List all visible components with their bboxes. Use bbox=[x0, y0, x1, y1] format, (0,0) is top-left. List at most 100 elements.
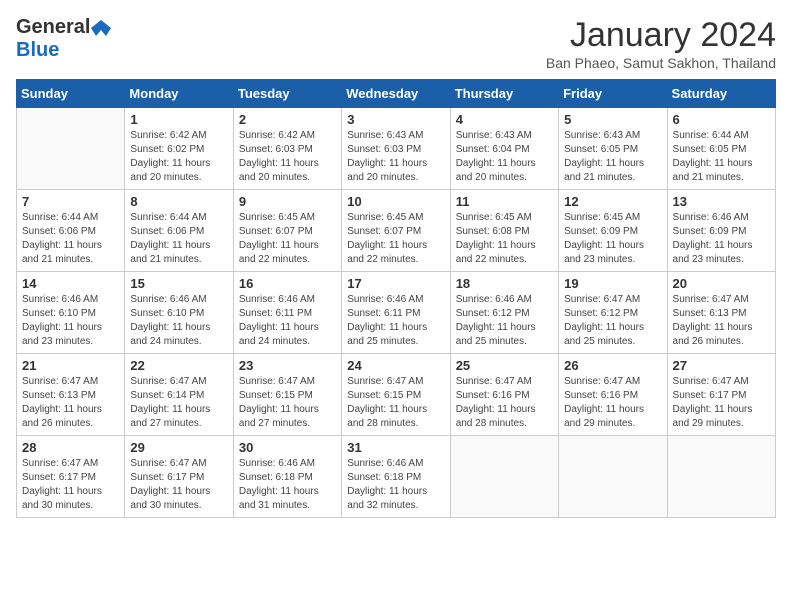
weekday-header: Wednesday bbox=[342, 80, 450, 108]
calendar-cell: 4 Sunrise: 6:43 AM Sunset: 6:04 PM Daylig… bbox=[450, 108, 558, 190]
day-info: Sunrise: 6:47 AM Sunset: 6:13 PM Dayligh… bbox=[673, 293, 770, 349]
day-info: Sunrise: 6:47 AM Sunset: 6:16 PM Dayligh… bbox=[564, 375, 661, 431]
day-number: 9 bbox=[239, 194, 336, 209]
day-info: Sunrise: 6:47 AM Sunset: 6:15 PM Dayligh… bbox=[239, 375, 336, 431]
weekday-header: Friday bbox=[559, 80, 667, 108]
calendar-cell: 21Sunrise: 6:47 AM Sunset: 6:13 PM Dayli… bbox=[17, 354, 125, 436]
calendar-cell: 6 Sunrise: 6:44 AM Sunset: 6:05 PM Daylig… bbox=[667, 108, 775, 190]
calendar-cell: 5Sunrise: 6:43 AM Sunset: 6:05 PM Daylig… bbox=[559, 108, 667, 190]
calendar-cell: 8 Sunrise: 6:44 AM Sunset: 6:06 PM Daylig… bbox=[125, 190, 233, 272]
day-number: 30 bbox=[239, 440, 336, 455]
day-number: 4 bbox=[456, 112, 553, 127]
day-info: Sunrise: 6:46 AM Sunset: 6:10 PM Dayligh… bbox=[130, 293, 227, 349]
day-number: 19 bbox=[564, 276, 661, 291]
day-number: 3 bbox=[347, 112, 444, 127]
calendar-cell bbox=[667, 436, 775, 518]
day-number: 13 bbox=[673, 194, 770, 209]
weekday-header: Saturday bbox=[667, 80, 775, 108]
day-info: Sunrise: 6:47 AM Sunset: 6:13 PM Dayligh… bbox=[22, 375, 119, 431]
logo: General Blue bbox=[16, 16, 112, 62]
day-info: Sunrise: 6:47 AM Sunset: 6:17 PM Dayligh… bbox=[22, 457, 119, 513]
calendar-cell: 2 Sunrise: 6:42 AM Sunset: 6:03 PM Daylig… bbox=[233, 108, 341, 190]
weekday-header: Thursday bbox=[450, 80, 558, 108]
day-number: 17 bbox=[347, 276, 444, 291]
calendar-cell: 26 Sunrise: 6:47 AM Sunset: 6:16 PM Dayli… bbox=[559, 354, 667, 436]
day-number: 2 bbox=[239, 112, 336, 127]
calendar-cell: 7 Sunrise: 6:44 AM Sunset: 6:06 PM Daylig… bbox=[17, 190, 125, 272]
calendar-cell: 24Sunrise: 6:47 AM Sunset: 6:15 PM Dayli… bbox=[342, 354, 450, 436]
day-info: Sunrise: 6:44 AM Sunset: 6:06 PM Dayligh… bbox=[130, 211, 227, 267]
day-number: 7 bbox=[22, 194, 119, 209]
calendar-cell: 28 Sunrise: 6:47 AM Sunset: 6:17 PM Dayli… bbox=[17, 436, 125, 518]
day-info: Sunrise: 6:46 AM Sunset: 6:11 PM Dayligh… bbox=[347, 293, 444, 349]
calendar-cell: 17 Sunrise: 6:46 AM Sunset: 6:11 PM Dayli… bbox=[342, 272, 450, 354]
day-info: Sunrise: 6:42 AM Sunset: 6:02 PM Dayligh… bbox=[130, 129, 227, 185]
day-info: Sunrise: 6:44 AM Sunset: 6:06 PM Dayligh… bbox=[22, 211, 119, 267]
day-number: 31 bbox=[347, 440, 444, 455]
logo-general-text: General bbox=[16, 16, 90, 39]
calendar-cell: 14 Sunrise: 6:46 AM Sunset: 6:10 PM Dayli… bbox=[17, 272, 125, 354]
calendar-cell: 31 Sunrise: 6:46 AM Sunset: 6:18 PM Dayli… bbox=[342, 436, 450, 518]
calendar-cell: 12Sunrise: 6:45 AM Sunset: 6:09 PM Dayli… bbox=[559, 190, 667, 272]
calendar-table: SundayMondayTuesdayWednesdayThursdayFrid… bbox=[16, 79, 776, 518]
day-number: 23 bbox=[239, 358, 336, 373]
day-info: Sunrise: 6:46 AM Sunset: 6:12 PM Dayligh… bbox=[456, 293, 553, 349]
day-info: Sunrise: 6:46 AM Sunset: 6:09 PM Dayligh… bbox=[673, 211, 770, 267]
calendar-cell: 18Sunrise: 6:46 AM Sunset: 6:12 PM Dayli… bbox=[450, 272, 558, 354]
calendar-cell: 1 Sunrise: 6:42 AM Sunset: 6:02 PM Daylig… bbox=[125, 108, 233, 190]
day-info: Sunrise: 6:44 AM Sunset: 6:05 PM Dayligh… bbox=[673, 129, 770, 185]
day-info: Sunrise: 6:46 AM Sunset: 6:18 PM Dayligh… bbox=[239, 457, 336, 513]
calendar-cell: 9 Sunrise: 6:45 AM Sunset: 6:07 PM Daylig… bbox=[233, 190, 341, 272]
calendar-week-row: 21Sunrise: 6:47 AM Sunset: 6:13 PM Dayli… bbox=[17, 354, 776, 436]
day-number: 10 bbox=[347, 194, 444, 209]
calendar-cell: 13 Sunrise: 6:46 AM Sunset: 6:09 PM Dayli… bbox=[667, 190, 775, 272]
day-number: 16 bbox=[239, 276, 336, 291]
day-number: 1 bbox=[130, 112, 227, 127]
day-info: Sunrise: 6:42 AM Sunset: 6:03 PM Dayligh… bbox=[239, 129, 336, 185]
day-info: Sunrise: 6:45 AM Sunset: 6:08 PM Dayligh… bbox=[456, 211, 553, 267]
day-info: Sunrise: 6:47 AM Sunset: 6:16 PM Dayligh… bbox=[456, 375, 553, 431]
title-area: January 2024 Ban Phaeo, Samut Sakhon, Th… bbox=[546, 16, 776, 71]
page-header: General Blue January 2024 Ban Phaeo, Sam… bbox=[16, 16, 776, 71]
day-number: 6 bbox=[673, 112, 770, 127]
day-number: 26 bbox=[564, 358, 661, 373]
day-number: 20 bbox=[673, 276, 770, 291]
day-info: Sunrise: 6:45 AM Sunset: 6:09 PM Dayligh… bbox=[564, 211, 661, 267]
calendar-cell: 20 Sunrise: 6:47 AM Sunset: 6:13 PM Dayli… bbox=[667, 272, 775, 354]
day-info: Sunrise: 6:45 AM Sunset: 6:07 PM Dayligh… bbox=[347, 211, 444, 267]
calendar-cell: 3 Sunrise: 6:43 AM Sunset: 6:03 PM Daylig… bbox=[342, 108, 450, 190]
calendar-cell bbox=[559, 436, 667, 518]
calendar-cell: 11 Sunrise: 6:45 AM Sunset: 6:08 PM Dayli… bbox=[450, 190, 558, 272]
calendar-cell bbox=[450, 436, 558, 518]
calendar-week-row: 14 Sunrise: 6:46 AM Sunset: 6:10 PM Dayli… bbox=[17, 272, 776, 354]
day-number: 11 bbox=[456, 194, 553, 209]
day-info: Sunrise: 6:43 AM Sunset: 6:04 PM Dayligh… bbox=[456, 129, 553, 185]
calendar-week-row: 7 Sunrise: 6:44 AM Sunset: 6:06 PM Daylig… bbox=[17, 190, 776, 272]
weekday-header: Tuesday bbox=[233, 80, 341, 108]
day-number: 14 bbox=[22, 276, 119, 291]
calendar-subtitle: Ban Phaeo, Samut Sakhon, Thailand bbox=[546, 55, 776, 71]
day-number: 29 bbox=[130, 440, 227, 455]
day-number: 27 bbox=[673, 358, 770, 373]
calendar-cell: 23 Sunrise: 6:47 AM Sunset: 6:15 PM Dayli… bbox=[233, 354, 341, 436]
calendar-cell: 25Sunrise: 6:47 AM Sunset: 6:16 PM Dayli… bbox=[450, 354, 558, 436]
calendar-cell: 19Sunrise: 6:47 AM Sunset: 6:12 PM Dayli… bbox=[559, 272, 667, 354]
calendar-cell: 29Sunrise: 6:47 AM Sunset: 6:17 PM Dayli… bbox=[125, 436, 233, 518]
calendar-title: January 2024 bbox=[546, 16, 776, 55]
weekday-header: Sunday bbox=[17, 80, 125, 108]
day-number: 22 bbox=[130, 358, 227, 373]
day-info: Sunrise: 6:46 AM Sunset: 6:10 PM Dayligh… bbox=[22, 293, 119, 349]
weekday-header: Monday bbox=[125, 80, 233, 108]
day-info: Sunrise: 6:43 AM Sunset: 6:03 PM Dayligh… bbox=[347, 129, 444, 185]
calendar-cell: 22Sunrise: 6:47 AM Sunset: 6:14 PM Dayli… bbox=[125, 354, 233, 436]
day-number: 28 bbox=[22, 440, 119, 455]
day-number: 5 bbox=[564, 112, 661, 127]
logo-bird-icon bbox=[91, 18, 111, 38]
day-info: Sunrise: 6:45 AM Sunset: 6:07 PM Dayligh… bbox=[239, 211, 336, 267]
calendar-cell bbox=[17, 108, 125, 190]
day-number: 15 bbox=[130, 276, 227, 291]
day-number: 8 bbox=[130, 194, 227, 209]
calendar-cell: 15 Sunrise: 6:46 AM Sunset: 6:10 PM Dayli… bbox=[125, 272, 233, 354]
calendar-week-row: 1 Sunrise: 6:42 AM Sunset: 6:02 PM Daylig… bbox=[17, 108, 776, 190]
day-info: Sunrise: 6:46 AM Sunset: 6:18 PM Dayligh… bbox=[347, 457, 444, 513]
